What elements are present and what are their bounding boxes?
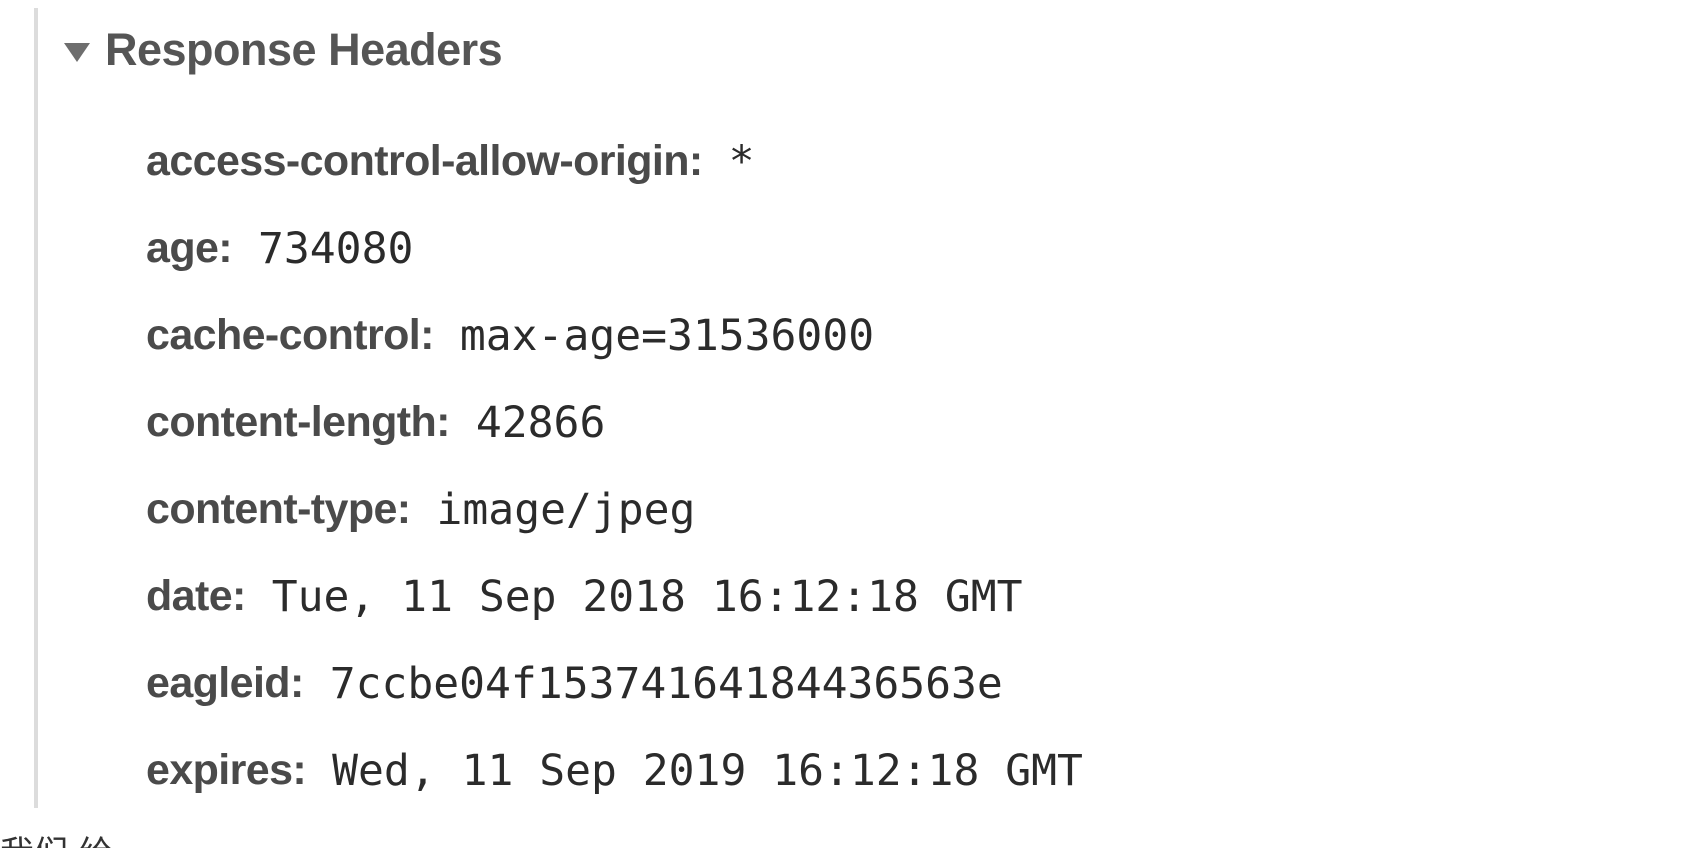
header-name: cache-control:: [146, 311, 434, 359]
devtools-headers-panel: Response Headers access-control-allow-or…: [0, 0, 1696, 848]
header-row: content-length: 42866: [146, 379, 1083, 466]
header-row: expires: Wed, 11 Sep 2019 16:12:18 GMT: [146, 727, 1083, 814]
triangle-down-icon[interactable]: [64, 42, 90, 62]
header-row: date: Tue, 11 Sep 2018 16:12:18 GMT: [146, 553, 1083, 640]
response-headers-toggle[interactable]: Response Headers: [64, 20, 503, 80]
header-name: expires:: [146, 746, 307, 794]
section-left-border: [34, 8, 38, 808]
header-value: 734080: [258, 223, 414, 274]
header-value: 7ccbe04f15374164184436563e: [329, 658, 1003, 709]
header-name: age:: [146, 224, 233, 272]
footer-text: 我们 给: [0, 826, 113, 848]
header-value: 42866: [475, 397, 606, 448]
header-name: content-type:: [146, 485, 411, 533]
header-row: eagleid: 7ccbe04f15374164184436563e: [146, 640, 1083, 727]
header-row: age: 734080: [146, 205, 1083, 292]
header-name: content-length:: [146, 398, 450, 446]
header-value: max-age=31536000: [459, 310, 875, 361]
header-name: eagleid:: [146, 659, 304, 707]
section-title: Response Headers: [105, 24, 503, 75]
header-row: cache-control: max-age=31536000: [146, 292, 1083, 379]
header-row: content-type: image/jpeg: [146, 466, 1083, 553]
header-name: date:: [146, 572, 246, 620]
header-name: access-control-allow-origin:: [146, 137, 703, 185]
header-value: Tue, 11 Sep 2018 16:12:18 GMT: [271, 571, 1023, 622]
header-row: access-control-allow-origin: *: [146, 118, 1083, 205]
header-value: *: [728, 136, 755, 187]
header-value: image/jpeg: [436, 484, 696, 535]
header-value: Wed, 11 Sep 2019 16:12:18 GMT: [332, 745, 1083, 796]
response-headers-list: access-control-allow-origin: * age: 7340…: [146, 118, 1083, 814]
